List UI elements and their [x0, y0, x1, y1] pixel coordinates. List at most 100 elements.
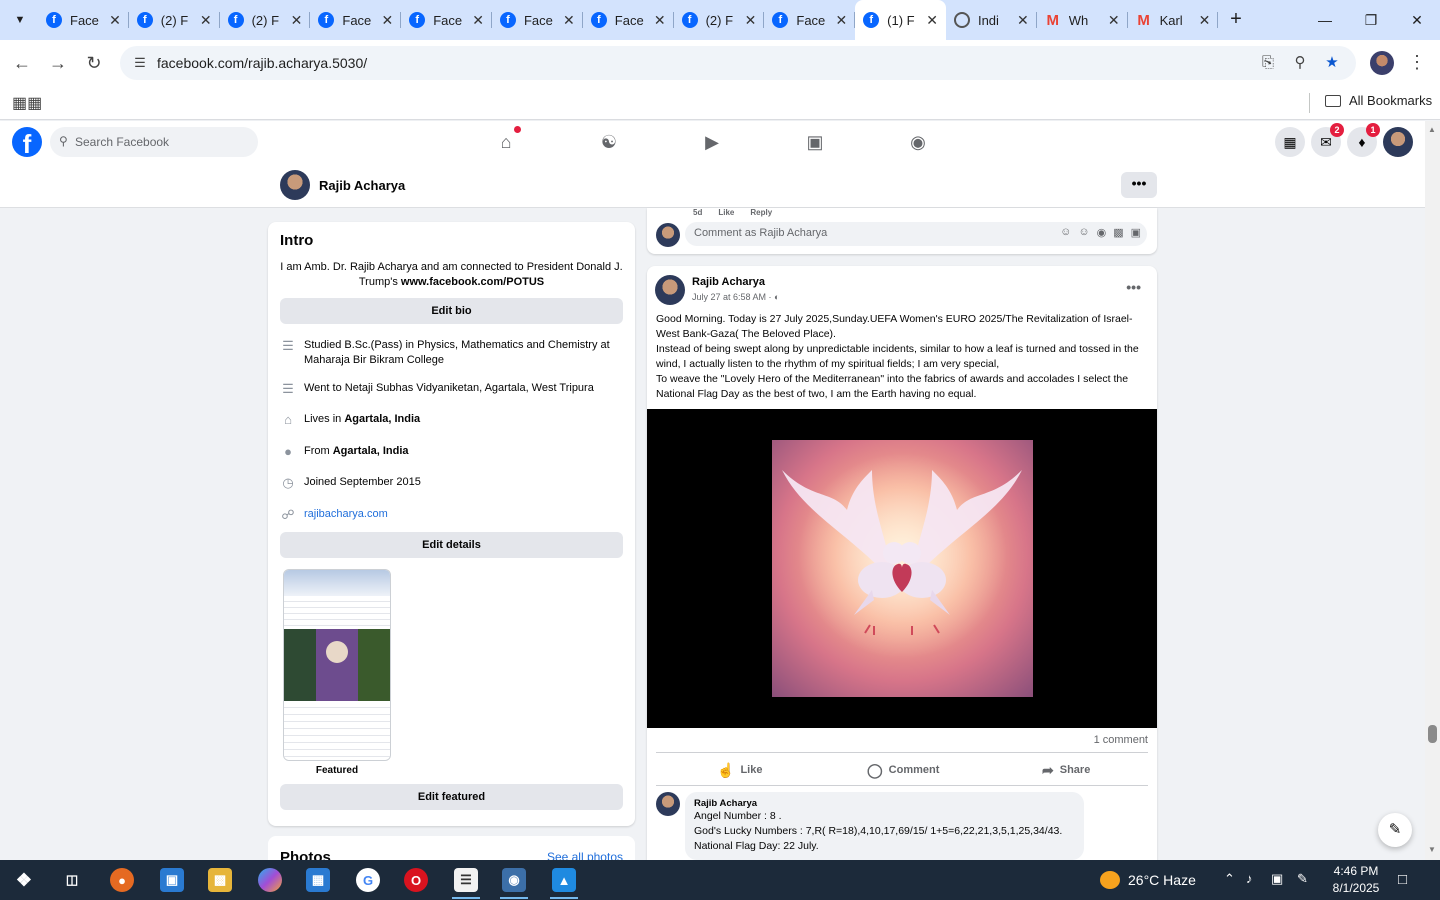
tab-close-icon[interactable]: ✕ — [381, 12, 393, 29]
comment-input[interactable]: Comment as Rajib Acharya ☺ ☺ ◉ ▩ ▣ — [685, 222, 1147, 246]
notepad-icon[interactable]: ☰ — [452, 868, 480, 899]
opera-icon[interactable]: O — [404, 868, 428, 892]
file-explorer-icon[interactable]: ▩ — [208, 868, 232, 892]
facebook-search[interactable]: ⚲ — [50, 127, 258, 157]
app-icon[interactable]: ▣ — [160, 868, 184, 892]
facebook-logo[interactable]: f — [12, 127, 42, 159]
comment-author-name[interactable]: Rajib Acharya — [694, 798, 1075, 809]
browser-profile-avatar[interactable] — [1370, 51, 1394, 75]
marketplace-icon[interactable]: ▣ — [803, 130, 827, 154]
site-settings-icon[interactable]: ☰ — [130, 53, 150, 73]
weather-widget[interactable]: 26°C Haze — [1100, 871, 1196, 889]
tab-close-icon[interactable]: ✕ — [745, 12, 757, 29]
gif-icon[interactable]: ▩ — [1113, 226, 1123, 239]
account-avatar[interactable] — [1383, 127, 1413, 157]
post-image[interactable] — [647, 409, 1157, 728]
featured-thumbnail[interactable] — [283, 569, 391, 761]
restore-button[interactable]: ❐ — [1348, 0, 1394, 40]
profile-name[interactable]: Rajib Acharya — [319, 178, 405, 193]
browser-menu-icon[interactable]: ⋮ — [1408, 52, 1426, 73]
camera-icon[interactable]: ◉ — [1097, 226, 1107, 239]
post-author-avatar[interactable] — [655, 275, 685, 305]
forward-button[interactable]: → — [45, 50, 71, 76]
copilot-icon[interactable] — [258, 868, 282, 892]
groups-icon[interactable]: ◉ — [906, 130, 930, 154]
browser-tab[interactable]: M Karl ✕ — [1128, 0, 1219, 40]
apps-grid-icon[interactable]: ▦▦ — [12, 93, 42, 113]
all-bookmarks-button[interactable]: All Bookmarks — [1325, 93, 1432, 108]
address-bar[interactable]: ☰ facebook.com/rajib.acharya.5030/ ⎘ ⚲ ★ — [120, 46, 1356, 80]
tab-close-icon[interactable]: ✕ — [926, 12, 938, 29]
tab-close-icon[interactable]: ✕ — [200, 12, 212, 29]
like-button[interactable]: ☝ Like — [717, 760, 762, 780]
avatar-sticker-icon[interactable]: ☺ — [1060, 226, 1071, 239]
scroll-up-arrow-icon[interactable]: ▲ — [1428, 125, 1436, 134]
back-button[interactable]: ← — [9, 50, 35, 76]
tab-close-icon[interactable]: ✕ — [1199, 12, 1211, 29]
install-app-icon[interactable]: ⎘ — [1258, 53, 1278, 73]
tab-close-icon[interactable]: ✕ — [654, 12, 666, 29]
zoom-icon[interactable]: ⚲ — [1290, 53, 1310, 73]
edit-bio-button[interactable]: Edit bio — [280, 298, 623, 324]
menu-grid-icon[interactable]: ▦ — [1275, 127, 1305, 157]
tab-close-icon[interactable]: ✕ — [109, 12, 121, 29]
firefox-icon[interactable]: ● — [110, 868, 134, 892]
browser-tab[interactable]: f (1) F ✕ — [855, 0, 946, 40]
comment-button[interactable]: ◯ Comment — [867, 760, 939, 780]
edit-details-button[interactable]: Edit details — [280, 532, 623, 558]
new-tab-button[interactable]: + — [1224, 8, 1248, 32]
windows-start-icon[interactable]: ❖ — [12, 868, 36, 892]
task-view-icon[interactable]: ◫ — [60, 868, 84, 892]
browser-tab[interactable]: f Face ✕ — [310, 0, 401, 40]
lives-place[interactable]: Agartala, India — [344, 413, 420, 425]
new-message-button[interactable]: ✎ — [1378, 813, 1412, 847]
prev-reply-link[interactable]: Reply — [750, 208, 772, 217]
tab-close-icon[interactable]: ✕ — [563, 12, 575, 29]
tab-close-icon[interactable]: ✕ — [291, 12, 303, 29]
google-icon[interactable]: G — [356, 868, 380, 892]
tab-close-icon[interactable]: ✕ — [472, 12, 484, 29]
tab-close-icon[interactable]: ✕ — [1108, 12, 1120, 29]
search-input[interactable] — [75, 127, 250, 157]
minimize-button[interactable]: — — [1302, 0, 1348, 40]
tab-close-icon[interactable]: ✕ — [835, 12, 847, 29]
browser-tab[interactable]: f (2) F ✕ — [674, 0, 765, 40]
browser-tab[interactable]: f Face ✕ — [401, 0, 492, 40]
prev-like-link[interactable]: Like — [718, 208, 734, 217]
notifications-bell-icon[interactable]: ♦ 1 — [1347, 123, 1380, 157]
browser-tab[interactable]: f Face ✕ — [38, 0, 129, 40]
video-icon[interactable]: ▶ — [700, 130, 724, 154]
pen-icon[interactable]: ✎ — [1297, 871, 1308, 887]
from-place[interactable]: Agartala, India — [333, 445, 409, 457]
browser-tab[interactable]: f Face ✕ — [492, 0, 583, 40]
browser-tab[interactable]: f Face ✕ — [583, 0, 674, 40]
close-window-button[interactable]: ✕ — [1394, 0, 1440, 40]
bio-link[interactable]: www.facebook.com/POTUS — [401, 276, 544, 288]
friends-icon[interactable]: ☯ — [597, 130, 621, 154]
edit-featured-button[interactable]: Edit featured — [280, 784, 623, 810]
browser-tab[interactable]: f (2) F ✕ — [129, 0, 220, 40]
messenger-icon[interactable]: ✉ 2 — [1311, 123, 1344, 157]
notification-center-icon[interactable]: □ — [1398, 871, 1407, 888]
share-button[interactable]: ➦ Share — [1042, 760, 1090, 780]
home-icon[interactable]: ⌂ — [494, 126, 521, 154]
system-clock[interactable]: 4:46 PM 8/1/2025 — [1330, 863, 1382, 897]
photos-app-icon[interactable]: ▲ — [550, 868, 578, 899]
network-icon[interactable]: ▣ — [1271, 871, 1283, 887]
website-link[interactable]: rajibacharya.com — [304, 507, 388, 522]
profile-more-button[interactable]: ••• — [1121, 172, 1157, 198]
tab-close-icon[interactable]: ✕ — [1017, 12, 1029, 29]
page-scrollbar[interactable]: ▲ ▼ — [1425, 121, 1440, 860]
store-icon[interactable]: ▦ — [306, 868, 330, 892]
comments-count[interactable]: 1 comment — [1094, 734, 1148, 746]
profile-avatar[interactable] — [280, 170, 310, 200]
browser-tab[interactable]: f (2) F ✕ — [220, 0, 311, 40]
chrome-icon[interactable]: ◉ — [500, 868, 528, 899]
browser-tab[interactable]: M Wh ✕ — [1037, 0, 1128, 40]
post-author-name[interactable]: Rajib Acharya — [692, 276, 765, 288]
reload-button[interactable]: ↻ — [81, 50, 107, 76]
post-options-icon[interactable]: ••• — [1126, 279, 1141, 295]
post-timestamp[interactable]: July 27 at 6:58 AM · — [692, 292, 774, 302]
sticker-icon[interactable]: ▣ — [1131, 226, 1141, 239]
scroll-down-arrow-icon[interactable]: ▼ — [1428, 845, 1436, 854]
